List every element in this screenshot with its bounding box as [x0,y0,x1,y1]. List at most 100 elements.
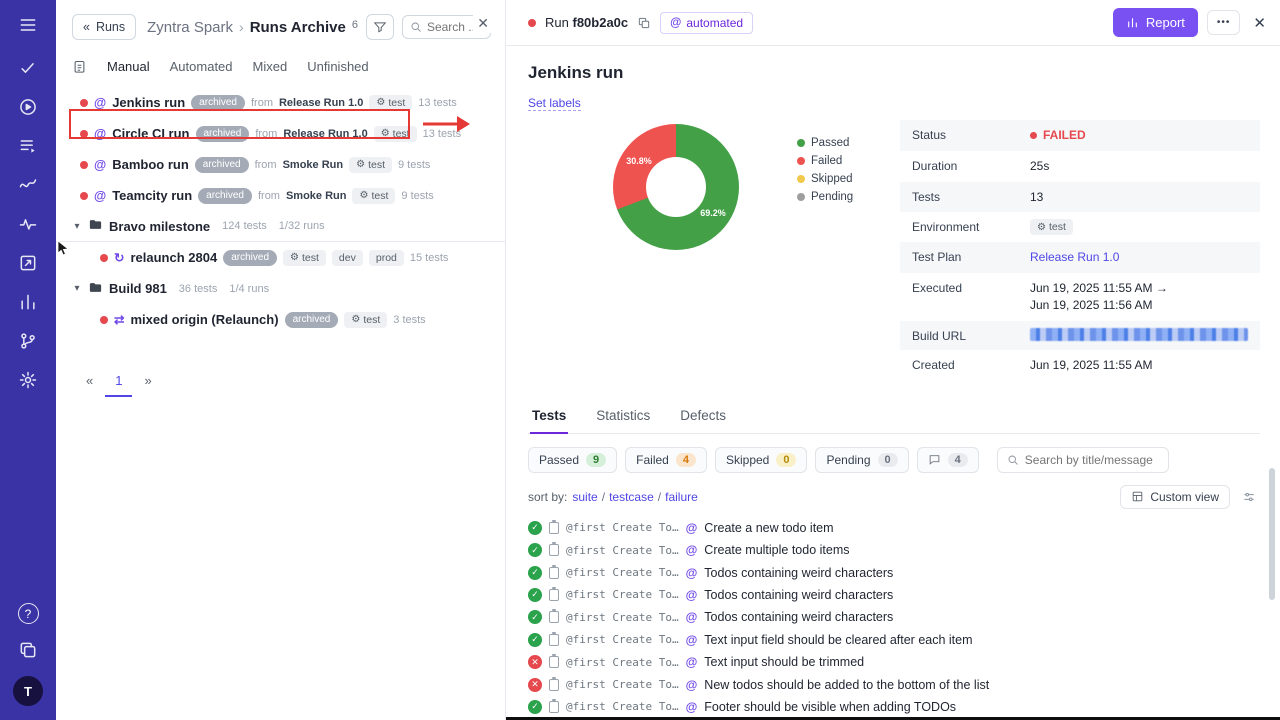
layout-icon [1131,490,1144,503]
flaky-icon[interactable] [17,174,39,196]
clipboard-icon [549,634,559,646]
filter-skipped-button[interactable]: Skipped0 [715,447,808,473]
automated-label-badge[interactable]: @automated [660,12,753,34]
gear-icon: ⚙ [376,97,385,108]
breadcrumb-project[interactable]: Zyntra Spark [147,19,233,36]
run-detail-header: Run f80b2a0c @automated Report ••• ✕ [506,0,1280,46]
folder-row-build-981[interactable]: ▾ Build 981 36 tests 1/4 runs [56,273,505,304]
pulse-icon[interactable] [17,213,39,235]
automated-icon: @ [94,127,106,141]
tab-mixed[interactable]: Mixed [253,59,288,74]
pagination-next-button[interactable]: » [144,373,151,388]
folder-icon [88,217,103,235]
tab-automated[interactable]: Automated [170,59,233,74]
tests-scrollbar[interactable] [1269,468,1275,600]
test-plan-link[interactable]: Release Run 1.0 [1030,249,1119,266]
filter-failed-button[interactable]: Failed4 [625,447,707,473]
set-labels-link[interactable]: Set labels [528,96,581,111]
tab-statistics[interactable]: Statistics [594,399,652,433]
test-row[interactable]: @first Create To…@Text input field shoul… [528,629,1260,651]
test-row[interactable]: @first Create To…@Todos containing weird… [528,606,1260,628]
help-icon[interactable]: ? [18,603,39,624]
comments-count-pill: 4 [948,453,968,467]
filter-passed-button[interactable]: Passed9 [528,447,617,473]
folder-runs-count: 1/32 runs [279,220,325,232]
sidebar-bottom: ? T [13,603,43,706]
filter-comments-button[interactable]: 4 [917,447,979,473]
filter-pending-button[interactable]: Pending0 [815,447,908,473]
pagination-page-1[interactable]: 1 [115,373,122,388]
close-panel-icon[interactable]: ✕ [473,14,493,33]
list-icon[interactable] [17,135,39,157]
passed-slice-label: 69.2% [700,208,726,218]
automated-icon: @ [686,521,698,535]
more-options-button[interactable]: ••• [1207,10,1241,35]
report-button[interactable]: Report [1113,8,1198,37]
bar-chart-icon[interactable] [17,291,39,313]
test-title: Footer should be visible when adding TOD… [704,700,956,714]
sort-by-suite-link[interactable]: suite [572,490,597,504]
gear-icon: ⚙ [290,252,299,263]
close-detail-icon[interactable]: ✕ [1253,14,1266,32]
sort-separator: / [602,490,605,504]
tab-tests[interactable]: Tests [530,399,568,433]
automated-icon: @ [686,588,698,602]
check-icon[interactable] [17,57,39,79]
comment-icon [928,453,941,466]
run-list-item-relaunch-2804[interactable]: ↻ relaunch 2804 archived ⚙test dev prod … [56,242,505,273]
test-status-icon [528,633,542,647]
play-circle-icon[interactable] [17,96,39,118]
copy-docs-icon[interactable] [17,639,39,661]
avatar[interactable]: T [13,676,43,706]
test-row[interactable]: @first Create To…@Todos containing weird… [528,584,1260,606]
sort-by-failure-link[interactable]: failure [665,490,698,504]
tab-unfinished[interactable]: Unfinished [307,59,368,74]
automated-icon: @ [686,566,698,580]
back-to-runs-button[interactable]: « Runs [72,14,136,40]
test-row[interactable]: @first Create To…@Create multiple todo i… [528,539,1260,561]
legend-dot-failed [797,157,805,165]
filter-button[interactable] [366,14,394,40]
view-settings-icon[interactable] [1242,490,1256,504]
run-list-item-mixed-origin[interactable]: ⇄ mixed origin (Relaunch) archived ⚙test… [56,304,505,335]
copy-icon[interactable] [637,16,651,30]
pagination-prev-button[interactable]: « [86,373,93,388]
build-url-redacted-link[interactable] [1030,328,1248,341]
run-list-item-teamcity[interactable]: @ Teamcity run archived from Smoke Run ⚙… [56,180,505,211]
gear-icon[interactable] [17,369,39,391]
folder-name: Bravo milestone [109,219,210,234]
test-row[interactable]: @first Create To…@Footer should be visib… [528,696,1260,718]
test-title: Text input should be trimmed [704,655,864,669]
test-row[interactable]: @first Create To…@Todos containing weird… [528,561,1260,583]
automated-icon: @ [686,655,698,669]
test-status-icon [528,610,542,624]
chevron-down-icon[interactable]: ▾ [72,283,82,294]
tests-search[interactable] [997,447,1169,473]
folder-row-bravo-milestone[interactable]: ▾ Bravo milestone 124 tests 1/32 runs [56,211,505,242]
automated-icon: @ [686,678,698,692]
from-run: Smoke Run [286,190,347,202]
test-row[interactable]: @first Create To…@Text input should be t… [528,651,1260,673]
custom-view-button[interactable]: Custom view [1120,485,1230,509]
tab-manual[interactable]: Manual [107,59,150,74]
test-row[interactable]: @first Create To…@New todos should be ad… [528,673,1260,695]
tests-search-input[interactable] [1025,453,1165,467]
run-list-item-bamboo[interactable]: @ Bamboo run archived from Smoke Run ⚙te… [56,149,505,180]
sort-by-testcase-link[interactable]: testcase [609,490,654,504]
run-list-item-circleci[interactable]: @ Circle CI run archived from Release Ru… [56,118,505,149]
run-list-item-jenkins[interactable]: @ Jenkins run archived from Release Run … [56,87,505,118]
report-label: Report [1146,15,1185,30]
export-icon[interactable] [17,252,39,274]
branch-icon[interactable] [17,330,39,352]
test-row[interactable]: @first Create To…@Create a new todo item [528,517,1260,539]
menu-icon[interactable] [17,14,39,36]
gear-icon: ⚙ [381,128,390,139]
tab-defects[interactable]: Defects [678,399,728,433]
test-status-icon [528,655,542,669]
env-badge: dev [332,250,363,266]
clipboard-icon [549,522,559,534]
test-status-icon [528,678,542,692]
env-badge: ⚙test [344,312,387,328]
chevron-down-icon[interactable]: ▾ [72,221,82,232]
run-label: Run [545,15,569,30]
